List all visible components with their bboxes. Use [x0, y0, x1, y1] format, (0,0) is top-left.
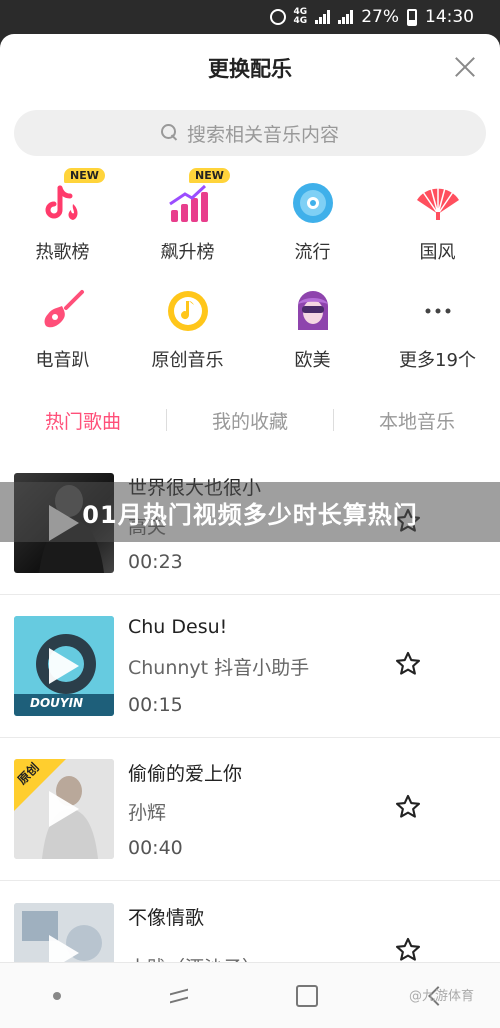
- favorite-star-icon[interactable]: [394, 793, 422, 821]
- search-icon: [160, 124, 179, 142]
- cover-text: DOUYIN: [30, 696, 84, 710]
- category-chinese-style[interactable]: 国风: [375, 174, 500, 282]
- network-indicator: 4G 4G: [294, 8, 308, 26]
- category-hot-chart[interactable]: NEW 热歌榜: [0, 168, 125, 282]
- song-cover[interactable]: 原创: [14, 759, 114, 859]
- home-icon[interactable]: [296, 984, 319, 1007]
- tab-hot-songs[interactable]: 热门歌曲: [0, 407, 166, 434]
- category-more[interactable]: 更多19个: [375, 282, 500, 390]
- play-icon[interactable]: [49, 648, 79, 684]
- category-label: 原创音乐: [151, 350, 224, 371]
- battery-icon: [407, 8, 417, 26]
- signal-icon: [315, 10, 331, 24]
- favorite-star-icon[interactable]: [394, 650, 422, 678]
- folding-fan-icon: [416, 187, 459, 220]
- category-label: 电音趴: [35, 350, 90, 371]
- watermark: @九游体育: [408, 989, 474, 1004]
- category-label: 更多19个: [399, 350, 476, 371]
- caption-overlay: 01月热门视频多少时长算热门: [0, 482, 500, 542]
- song-title: 偷偷的爱上你: [128, 763, 243, 785]
- more-dots-icon: [425, 308, 450, 314]
- electric-guitar-icon: [44, 290, 84, 328]
- category-label: 欧美: [294, 350, 331, 371]
- song-info: 偷偷的爱上你 孙辉 00:40: [128, 759, 242, 859]
- close-icon[interactable]: [452, 54, 478, 80]
- list-item[interactable]: DOUYIN Chu Desu! Chunnyt 抖音小助手 00:15: [0, 595, 500, 738]
- recent-apps-icon[interactable]: [168, 985, 190, 1007]
- sheet-header: 更换配乐: [0, 34, 500, 102]
- tab-local-music[interactable]: 本地音乐: [334, 407, 500, 434]
- tab-bar: 热门歌曲 我的收藏 本地音乐: [0, 390, 500, 450]
- category-rising-chart[interactable]: NEW 飙升榜: [125, 168, 250, 282]
- category-label: 国风: [419, 242, 456, 263]
- category-edm[interactable]: 电音趴: [0, 282, 125, 390]
- overlay-caption: 01月热门视频多少时长算热门: [82, 500, 418, 529]
- song-title: 不像情歌: [128, 906, 205, 929]
- tab-favorites[interactable]: 我的收藏: [167, 407, 333, 434]
- favorite-star-icon[interactable]: [394, 936, 422, 964]
- system-nav-bar: @九游体育: [0, 962, 500, 1028]
- song-artist: 孙辉: [128, 802, 167, 824]
- avatar-sunglasses-icon: [297, 291, 328, 330]
- clock: 14:30: [425, 7, 474, 27]
- network-4g-label: 4G: [293, 16, 308, 26]
- play-icon[interactable]: [49, 791, 79, 827]
- category-label: 热歌榜: [35, 242, 90, 263]
- status-bar: 4G 4G 27% 14:30: [0, 0, 500, 34]
- song-artist: Chunnyt 抖音小助手: [128, 656, 310, 679]
- song-duration: 00:40: [128, 837, 183, 859]
- nav-dot-icon[interactable]: [53, 991, 62, 1000]
- search-input[interactable]: 搜索相关音乐内容: [14, 110, 486, 156]
- signal-icon: [338, 10, 354, 24]
- list-item[interactable]: 原创 偷偷的爱上你 孙辉 00:40: [0, 738, 500, 881]
- song-duration: 00:23: [128, 551, 183, 573]
- category-grid: NEW 热歌榜 NEW 飙升榜 流行 国风 电音趴 原创音乐 欧美 更多19个: [0, 168, 500, 390]
- alarm-icon: [269, 9, 286, 25]
- category-label: 飙升榜: [160, 242, 215, 263]
- song-info: Chu Desu! Chunnyt 抖音小助手 00:15: [128, 616, 309, 716]
- category-western[interactable]: 欧美: [250, 282, 375, 390]
- song-duration: 00:15: [128, 694, 183, 716]
- search-placeholder: 搜索相关音乐内容: [186, 123, 339, 146]
- battery-percent: 27%: [361, 7, 399, 27]
- song-cover[interactable]: DOUYIN: [14, 616, 114, 716]
- song-title: Chu Desu!: [128, 616, 228, 638]
- trending-bars-icon: [168, 184, 208, 222]
- category-label: 流行: [294, 242, 331, 263]
- music-note-disc-icon: [167, 291, 208, 331]
- category-pop[interactable]: 流行: [250, 174, 375, 282]
- tiktok-fire-icon: [45, 185, 77, 220]
- category-original[interactable]: 原创音乐: [125, 282, 250, 390]
- page-title: 更换配乐: [208, 57, 292, 81]
- vinyl-disc-icon: [292, 183, 333, 223]
